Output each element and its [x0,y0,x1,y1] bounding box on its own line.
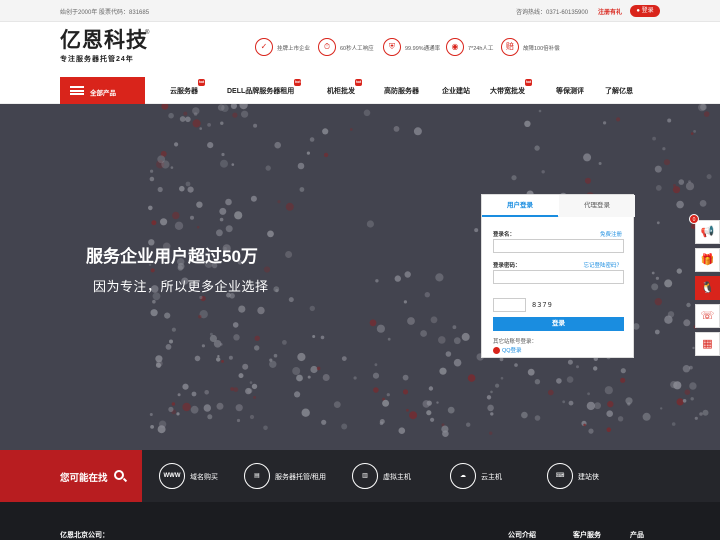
qq-icon [493,347,500,355]
qq-icon: 🐧 [700,282,715,294]
hot-badge: hot [294,79,302,86]
virtual-host-icon: ▥ [352,463,378,489]
captcha-input[interactable] [493,298,526,312]
hero-banner[interactable]: 服务企业用户超过50万 因为专注，所以更多企业选择 用户登录 代理登录 登录名：… [0,104,720,450]
nav-item-label: 云服务器 [170,88,198,95]
nav-item-bandwidth[interactable]: 大带宽批发 hot [490,79,532,96]
shield-icon: ✓ [255,38,273,56]
gift-button[interactable]: 🎁 [695,248,720,272]
quick-links-strip: 您可能在找 WWW 域名购买 ▤ 服务器托管/租用 ▥ 虚拟主机 ☁ 云主机 ⌨… [0,450,720,502]
nav-item-label: 大带宽批发 [490,88,525,95]
forgot-password-link[interactable]: 忘记登陆密码？ [583,261,622,269]
menu-icon [70,86,84,95]
nav-item-about[interactable]: 了解亿恩 [605,86,633,96]
nav-item-label: 企业建站 [442,88,470,95]
feature-label: 7*24h人工 [468,46,494,52]
banner-subline: 因为专注，所以更多企业选择 [93,279,269,294]
hot-badge: hot [525,79,532,86]
logo-name: 亿恩科技 [60,29,148,52]
qrcode-icon: ▦ [702,338,713,350]
tab-agent-login[interactable]: 代理登录 [559,195,635,217]
nav-item-label: DELL品牌服务器租用 [227,88,295,95]
hot-badge: hot [355,79,362,86]
nav-item-security-eval[interactable]: 等保测评 [556,86,584,96]
feature-label: 故障100倍补偿 [523,46,560,52]
nav-item-label: 高防服务器 [384,88,419,95]
company-intro: 始创于2000年 股票代码：831685 [60,10,150,16]
search-icon [114,470,124,480]
nav-item-label: 等保测评 [556,88,584,95]
main-nav: 全部产品 云服务器 hot DELL品牌服务器租用 hot 机柜批发 hot 高防服务… [0,77,720,104]
nav-item-cloud-server[interactable]: 云服务器 hot [170,79,205,96]
footer-link-products[interactable]: 产品 [630,530,644,540]
all-products-label: 全部产品 [90,90,116,97]
tab-user-login[interactable]: 用户登录 [482,195,558,217]
hot-badge: hot [198,79,205,86]
megaphone-icon: 📢 [700,226,715,238]
server-hosting-icon: ▤ [244,463,270,489]
captcha-image[interactable]: 8379 [532,301,553,309]
nav-item-label: 机柜批发 [327,88,355,95]
feature-label: 99.99%通通率 [405,46,441,52]
feature-label: 60秒人工响应 [340,46,374,52]
other-login-label: 其它站账号登录： [493,339,538,345]
announcement-button[interactable]: 📢 [695,220,720,244]
notification-badge: 0 [689,214,699,224]
password-label: 登录密码： [493,263,521,269]
feature-label: 挂牌上市企业 [277,46,311,52]
login-button-label: 登录 [641,8,654,14]
phone-icon: ☏ [700,310,715,322]
compensation-icon: 赔 [501,38,519,56]
nav-item-ddos-server[interactable]: 高防服务器 [384,86,419,96]
quick-link-label: 域名购买 [190,474,218,481]
logo-slogan: 专注服务器托管24年 [60,56,134,63]
quick-link-label: 虚拟主机 [383,474,411,481]
find-label: 您可能在找 [60,473,108,484]
footer-company-beijing: 亿恩北京公司： [60,532,109,539]
login-button[interactable]: ● 登录 [630,5,660,17]
footer-link-about[interactable]: 公司介绍 [508,530,536,540]
quick-link-label: 云主机 [481,474,502,481]
nav-item-dell-server[interactable]: DELL品牌服务器租用 hot [227,79,302,96]
eye-icon: ◉ [446,38,464,56]
qq-contact-button[interactable]: 🐧 [695,276,720,300]
qq-login-link[interactable]: QQ登录 [493,346,522,355]
qq-login-label: QQ登录 [502,348,522,354]
quick-link-label: 建站侠 [578,474,599,481]
nav-item-website[interactable]: 企业建站 [442,86,470,96]
free-register-link[interactable]: 免费注册 [600,230,622,238]
cloud-host-icon: ☁ [450,463,476,489]
site-builder-icon: ⌨ [547,463,573,489]
banner-headline: 服务企业用户超过50万 [86,247,258,266]
register-link[interactable]: 注册有礼 [598,7,622,16]
footer-link-service[interactable]: 客户服务 [573,530,601,540]
clock-icon: ⏱ [318,38,336,56]
login-submit-button[interactable]: 登录 [493,317,624,331]
username-label: 登录名： [493,232,516,238]
username-input[interactable] [493,239,624,253]
footer: 亿恩北京公司： 公司介绍 客户服务 产品 [0,502,720,540]
login-tabs: 用户登录 代理登录 [482,195,635,217]
header: 亿恩科技 ® 专注服务器托管24年 ✓ 挂牌上市企业 ⏱ 60秒人工响应 ⛨ 9… [0,22,720,77]
www-icon: WWW [159,463,185,489]
all-products-menu[interactable]: 全部产品 [60,77,145,104]
logo[interactable]: 亿恩科技 ® 专注服务器托管24年 [60,30,150,66]
logo-registered-mark: ® [145,30,150,36]
password-input[interactable] [493,270,624,284]
phone-button[interactable]: ☏ [695,304,720,328]
lock-icon: ⛨ [383,38,401,56]
gift-icon: 🎁 [700,254,715,266]
nav-item-cabinet[interactable]: 机柜批发 hot [327,79,362,96]
qrcode-button[interactable]: ▦ [695,332,720,356]
nav-item-label: 了解亿恩 [605,88,633,95]
find-block: 您可能在找 [0,450,142,502]
quick-link-label: 服务器托管/租用 [275,474,326,481]
top-bar: 始创于2000年 股票代码：831685 咨询热线：0371-60135900 … [0,0,720,22]
login-panel: 用户登录 代理登录 登录名： 免费注册 登录密码： 忘记登陆密码？ 8379 登… [481,194,635,358]
hotline: 咨询热线：0371-60135900 [516,10,589,16]
